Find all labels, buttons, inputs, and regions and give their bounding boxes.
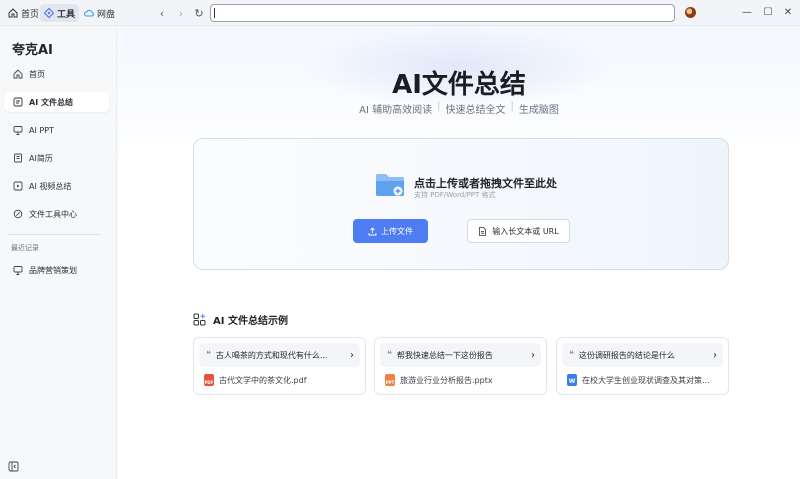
tools-center-icon — [13, 209, 23, 219]
page-subtitle: AI 辅助高效阅读 | 快速总结全文 | 生成脑图 — [118, 101, 800, 116]
tab-home[interactable]: 首页 — [4, 4, 43, 22]
example-question[interactable]: ❝ 帮我快速总结一下这份报告 › — [380, 343, 541, 367]
video-summary-icon — [13, 181, 23, 191]
main-content: AI文件总结 AI 辅助高效阅读 | 快速总结全文 | 生成脑图 点击上传或者拖… — [118, 26, 800, 479]
upload-hint: 支持 PDF/Word/PPT 格式 — [414, 191, 496, 199]
tab-cloud-label: 网盘 — [97, 9, 116, 20]
subtitle-part: AI 辅助高效阅读 — [359, 105, 433, 116]
recent-item[interactable]: 品牌营销策划 — [4, 260, 109, 280]
upload-file-label: 上传文件 — [381, 226, 413, 236]
example-question-text: 帮我快速总结一下这份报告 — [396, 350, 493, 360]
chevron-right-icon: › — [713, 349, 717, 361]
sidebar-item-label: AI PPT — [29, 125, 54, 135]
sidebar-divider — [8, 234, 101, 235]
reload-icon: ↻ — [194, 6, 204, 20]
brand-logo: 夸克AI — [12, 43, 53, 58]
chevron-right-icon: › — [178, 6, 184, 20]
subtitle-separator: | — [510, 101, 514, 112]
tools-icon — [44, 8, 54, 18]
upload-file-button[interactable]: 上传文件 — [353, 219, 428, 243]
tab-tools[interactable]: 工具 — [40, 4, 80, 22]
back-button[interactable]: ‹ — [155, 6, 169, 20]
quote-icon: ❝ — [206, 350, 211, 360]
upload-icon — [368, 226, 377, 235]
sidebar-item-label: 文件工具中心 — [29, 209, 77, 219]
example-file-name: 在校大学生创业现状调查及其对策... — [582, 375, 710, 385]
address-bar[interactable] — [210, 4, 675, 22]
sidebar-item-label: 首页 — [29, 69, 45, 79]
quote-icon: ❝ — [569, 350, 574, 360]
forward-button[interactable]: › — [174, 6, 188, 20]
minimize-icon: — — [742, 6, 752, 18]
example-file-name: 古代文学中的茶文化.pdf — [219, 375, 307, 385]
avatar[interactable] — [685, 7, 696, 18]
text-cursor — [214, 8, 215, 18]
example-file: PPT 旅游业行业分析报告.pptx — [385, 374, 540, 386]
chevron-right-icon: › — [350, 349, 354, 361]
tab-tools-label: 工具 — [57, 9, 76, 20]
sidebar-item-home[interactable]: 首页 — [4, 64, 109, 84]
sidebar-item-ai-ppt[interactable]: AI PPT — [4, 120, 109, 140]
sidebar-item-label: AI 视频总结 — [29, 181, 72, 191]
sidebar-item-file-summary[interactable]: AI 文件总结 — [4, 92, 109, 112]
sidebar-item-label: AI简历 — [29, 153, 53, 163]
tab-cloud[interactable]: 网盘 — [80, 4, 119, 22]
close-icon: ✕ — [783, 6, 793, 18]
ppt-icon — [13, 126, 23, 135]
word-file-icon: W — [567, 374, 577, 386]
example-card[interactable]: ❝ 古人喝茶的方式和现代有什么... › PDF 古代文学中的茶文化.pdf — [193, 337, 366, 395]
folder-upload-icon — [376, 174, 404, 196]
chevron-left-icon: ‹ — [159, 6, 165, 20]
input-text-url-button[interactable]: 输入长文本或 URL — [467, 219, 570, 243]
ppt-icon — [13, 266, 23, 275]
pdf-file-icon: PDF — [204, 374, 214, 386]
home-icon — [13, 69, 23, 79]
examples-title: AI 文件总结示例 — [213, 316, 288, 327]
maximize-icon: ☐ — [763, 6, 773, 18]
reload-button[interactable]: ↻ — [192, 6, 206, 20]
example-file: W 在校大学生创业现状调查及其对策... — [567, 374, 722, 386]
grid-icon — [193, 313, 206, 326]
quote-icon: ❝ — [387, 350, 392, 360]
minimize-button[interactable]: — — [740, 5, 754, 19]
example-question-text: 这份调研报告的结论是什么 — [578, 350, 675, 360]
cloud-icon — [84, 9, 94, 17]
title-bar: 首页 工具 网盘 ‹ › ↻ — ☐ ✕ — [0, 0, 800, 26]
recent-section-label: 最近记录 — [11, 244, 39, 252]
sidebar-item-video-summary[interactable]: AI 视频总结 — [4, 176, 109, 196]
example-question[interactable]: ❝ 这份调研报告的结论是什么 › — [562, 343, 723, 367]
page-title: AI文件总结 — [392, 70, 526, 100]
upload-dropzone[interactable]: 点击上传或者拖拽文件至此处 支持 PDF/Word/PPT 格式 上传文件 输入… — [193, 138, 729, 270]
input-text-url-label: 输入长文本或 URL — [492, 226, 559, 236]
example-card[interactable]: ❝ 这份调研报告的结论是什么 › W 在校大学生创业现状调查及其对策... — [556, 337, 729, 395]
example-file-name: 旅游业行业分析报告.pptx — [400, 375, 493, 385]
home-icon — [8, 8, 18, 18]
sidebar-item-tools-center[interactable]: 文件工具中心 — [4, 204, 109, 224]
maximize-button[interactable]: ☐ — [761, 5, 775, 19]
subtitle-separator: | — [437, 101, 441, 112]
file-summary-icon — [13, 97, 23, 107]
sidebar: 夸克AI 首页 AI 文件总结 AI PPT AI简历 AI 视频总结 文件工具… — [0, 26, 117, 479]
ppt-file-icon: PPT — [385, 374, 395, 386]
example-question-text: 古人喝茶的方式和现代有什么... — [215, 350, 328, 360]
sidebar-item-ai-resume[interactable]: AI简历 — [4, 148, 109, 168]
upload-title: 点击上传或者拖拽文件至此处 — [414, 177, 557, 190]
subtitle-part: 快速总结全文 — [445, 105, 506, 116]
recent-item-label: 品牌营销策划 — [29, 265, 77, 275]
collapse-sidebar-icon[interactable] — [8, 461, 19, 472]
sidebar-item-label: AI 文件总结 — [29, 97, 73, 107]
chevron-right-icon: › — [531, 349, 535, 361]
examples-header: AI 文件总结示例 — [193, 312, 288, 327]
close-button[interactable]: ✕ — [781, 5, 795, 19]
document-icon — [479, 226, 487, 236]
subtitle-part: 生成脑图 — [518, 105, 559, 116]
example-question[interactable]: ❝ 古人喝茶的方式和现代有什么... › — [199, 343, 360, 367]
tab-home-label: 首页 — [21, 9, 40, 20]
resume-icon — [14, 153, 22, 163]
example-card[interactable]: ❝ 帮我快速总结一下这份报告 › PPT 旅游业行业分析报告.pptx — [374, 337, 547, 395]
example-file: PDF 古代文学中的茶文化.pdf — [204, 374, 359, 386]
